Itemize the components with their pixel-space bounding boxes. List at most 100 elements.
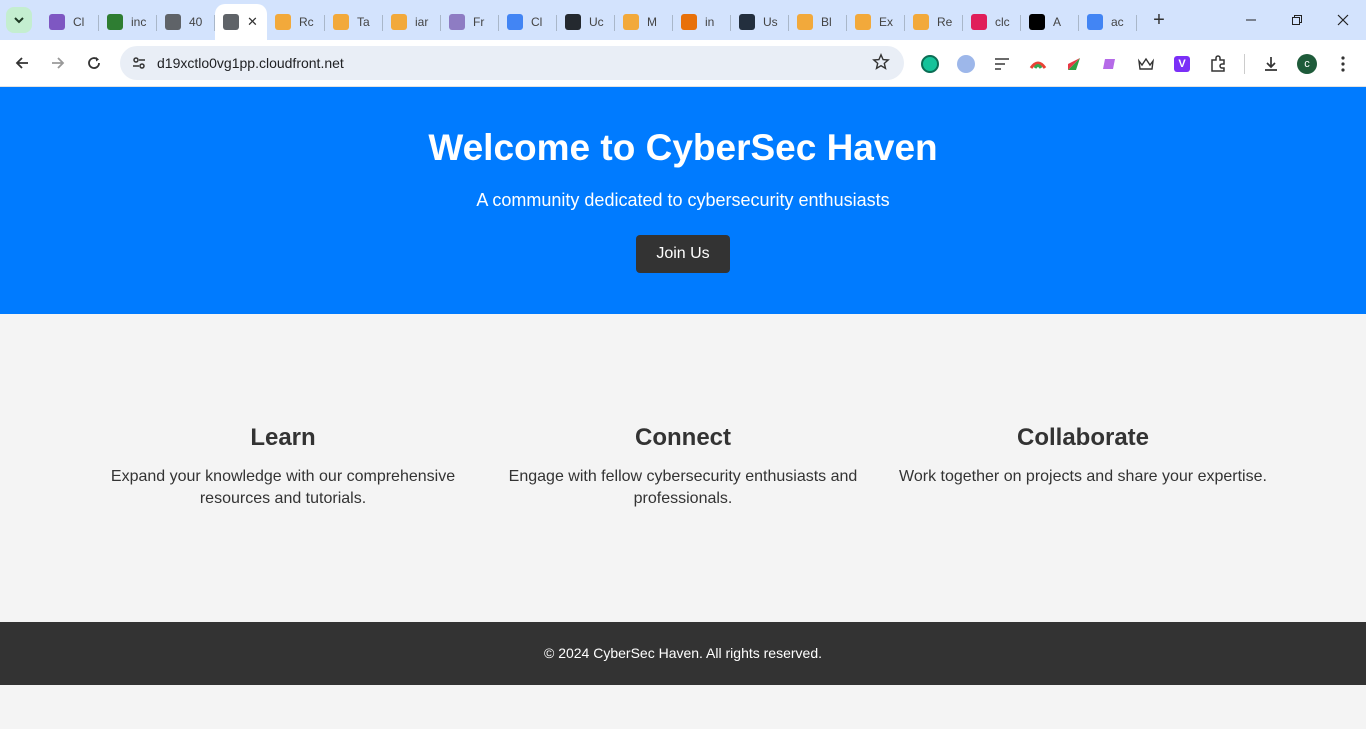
browser-tab[interactable]: ✕ [215,4,267,40]
tab-search-button[interactable] [6,7,32,33]
tab-title: Cl [531,15,543,29]
avatar: c [1297,53,1317,74]
browser-tab[interactable]: M [615,6,673,38]
tab-favicon-icon [333,14,349,30]
tab-favicon-icon [681,14,697,30]
browser-menu-button[interactable] [1325,46,1361,82]
tab-strip: Cl inc 40 ✕ Rc Ta iar Fr Cl Uc Min Us Bl Ex Re clc Aac + [0,0,1366,40]
minimize-button[interactable] [1228,0,1274,40]
more-vert-icon [1341,55,1345,72]
tab-favicon-icon [165,14,181,30]
tab-favicon-icon [739,14,755,30]
extension-button[interactable] [1092,46,1128,82]
restore-icon [1292,15,1302,25]
browser-tab[interactable]: Cl [499,6,557,38]
tab-title: Rc [299,15,314,29]
url-text[interactable]: d19xctlo0vg1pp.cloudfront.net [157,55,344,71]
tab-close-icon[interactable]: ✕ [247,14,258,30]
browser-tab[interactable]: Ex [847,6,905,38]
tab-title: 40 [189,15,203,29]
hero-section: Welcome to CyberSec Haven A community de… [0,87,1366,314]
page-title: Welcome to CyberSec Haven [428,127,938,168]
tab-title: Us [763,15,778,29]
grammarly-icon [921,54,939,73]
browser-tab[interactable]: Us [731,6,789,38]
feature-text: Engage with fellow cybersecurity enthusi… [508,468,858,507]
extensions-area: V c [912,40,1361,87]
tune-icon [133,57,145,69]
arrow-left-icon [15,57,28,69]
tab-favicon-icon [623,14,639,30]
browser-tab[interactable]: Rc [267,6,325,38]
tab-title: M [647,15,657,29]
extension-button[interactable] [1128,46,1164,82]
minimize-icon [1246,19,1256,21]
tab-favicon-icon [565,14,581,30]
v-logo-icon: V [1174,55,1190,72]
arrow-right-icon [52,57,65,69]
tab-favicon-icon [971,14,987,30]
grammarly-extension[interactable] [912,46,948,82]
gradient-blob-icon [1103,58,1115,69]
browser-tab[interactable]: Cl [41,6,99,38]
browser-tab[interactable]: inc [99,6,157,38]
tab-title: Fr [473,15,485,29]
browser-tab[interactable]: Ta [325,6,383,38]
back-button[interactable] [4,45,40,81]
extension-button[interactable] [948,46,984,82]
extension-button[interactable] [1056,46,1092,82]
window-controls [1228,0,1366,40]
browser-tab[interactable]: Re [905,6,963,38]
tab-title: Re [937,15,953,29]
reload-button[interactable] [76,45,112,81]
tab-favicon-icon [1087,14,1103,30]
tab-title: Bl [821,15,832,29]
puzzle-icon [1211,54,1225,72]
extension-button[interactable]: V [1164,46,1200,82]
close-window-button[interactable] [1320,0,1366,40]
browser-tab[interactable]: iar [383,6,441,38]
address-bar[interactable]: d19xctlo0vg1pp.cloudfront.net [120,46,904,80]
toolbar-divider [1244,53,1245,74]
tab-favicon-icon [449,14,465,30]
tab-list: Cl inc 40 ✕ Rc Ta iar Fr Cl Uc Min Us Bl Ex Re clc Aac [41,0,1137,40]
browser-tab[interactable]: ac [1079,6,1137,38]
tab-favicon-icon [797,14,813,30]
restore-button[interactable] [1274,0,1320,40]
compass-icon [957,54,975,73]
extension-button[interactable] [984,46,1020,82]
browser-tab[interactable]: 40 [157,6,215,38]
forward-button[interactable] [40,45,76,81]
features-section: Learn Expand your knowledge with our com… [0,314,1366,622]
site-info-button[interactable] [126,55,152,71]
star-icon[interactable] [872,53,890,71]
tab-favicon-icon [913,14,929,30]
extensions-menu-button[interactable] [1200,46,1236,82]
tab-title: in [705,15,715,29]
join-us-button[interactable]: Join Us [636,235,730,273]
extension-button[interactable] [1020,46,1056,82]
new-tab-button[interactable]: + [1147,9,1171,32]
feature-title: Connect [635,424,731,451]
feature-connect: Connect Engage with fellow cybersecurity… [493,424,873,510]
browser-tab[interactable]: clc [963,6,1021,38]
feature-learn: Learn Expand your knowledge with our com… [93,424,473,510]
browser-tab[interactable]: Uc [557,6,615,38]
arc-icon [1029,61,1047,69]
browser-tab[interactable]: Fr [441,6,499,38]
close-icon [1337,14,1349,26]
tab-separator [1136,15,1137,31]
profile-button[interactable]: c [1289,46,1325,82]
tab-title: Ex [879,15,894,29]
page-bottom-area [0,685,1366,729]
tab-title: ac [1111,15,1124,29]
downloads-button[interactable] [1253,46,1289,82]
tab-title: Cl [73,15,85,29]
crown-icon [1137,57,1155,70]
leaf-icon [1068,57,1080,70]
browser-tab[interactable]: A [1021,6,1079,38]
tab-favicon-icon [1029,14,1045,30]
browser-tab[interactable]: in [673,6,731,38]
tab-title: Uc [589,15,604,29]
browser-tab[interactable]: Bl [789,6,847,38]
